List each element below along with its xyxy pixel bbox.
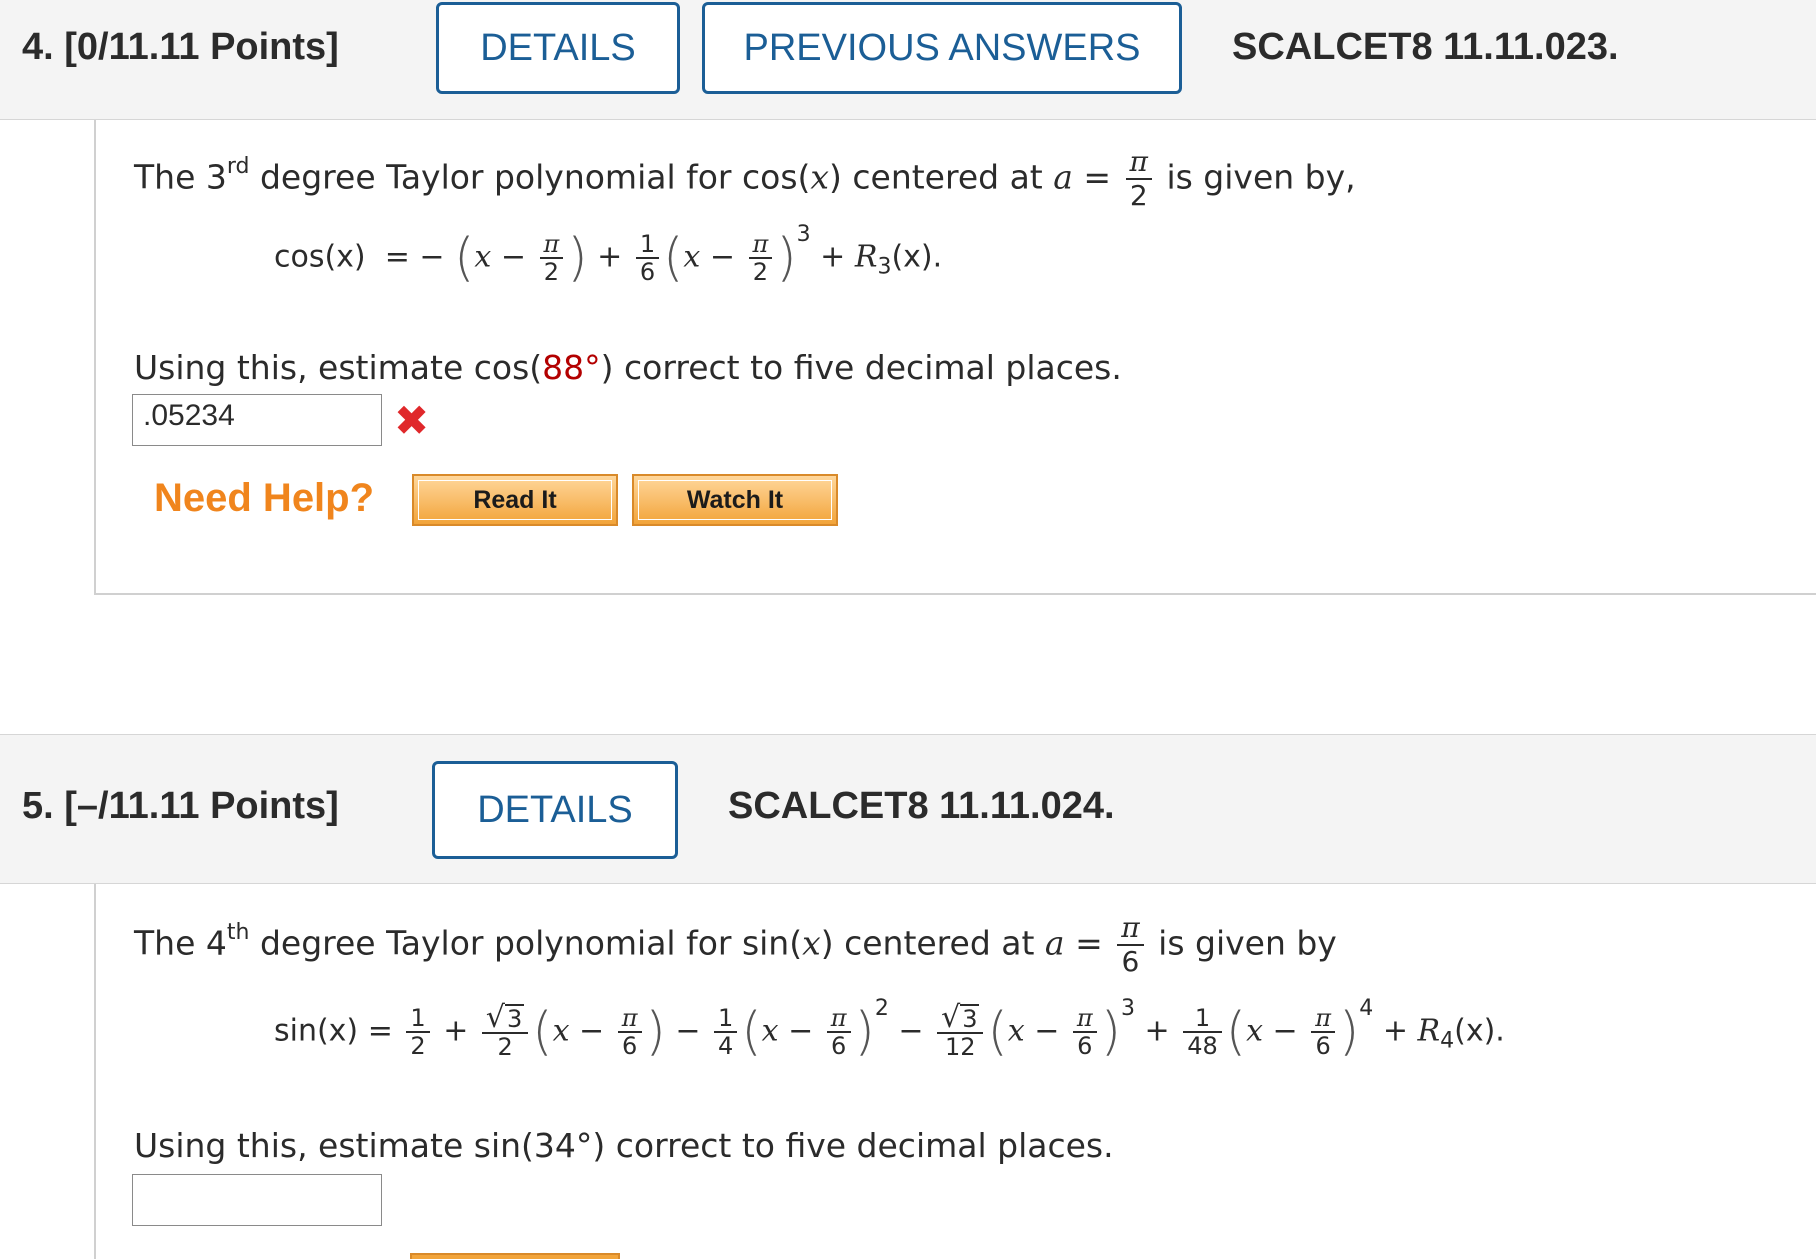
read-it-label: Read It bbox=[418, 480, 612, 520]
question-number: 5. bbox=[22, 785, 54, 827]
taylor-formula: sin(x) = 12 + √3 2 (x − π 6) − 1 4 (x − π 6)2 … bbox=[274, 996, 1505, 1062]
question-intro: The 3rd degree Taylor polynomial for cos… bbox=[134, 145, 1356, 212]
watch-it-button[interactable]: Watch It bbox=[632, 474, 838, 526]
taylor-formula: cos(x) = − (x − π 2) + 1 6 (x − π 2)3 + R3(x… bbox=[274, 222, 943, 288]
answer-input[interactable] bbox=[132, 1174, 382, 1226]
question-4-title: 4. [0/11.11 Points] bbox=[22, 26, 339, 69]
question-prompt: Using this, estimate cos(88°) correct to… bbox=[134, 348, 1122, 387]
previous-answers-button[interactable]: PREVIOUS ANSWERS bbox=[702, 2, 1182, 94]
incorrect-x-icon: ✖ bbox=[394, 396, 430, 445]
question-intro: The 4th degree Taylor polynomial for sin… bbox=[134, 911, 1337, 978]
question-4-body: The 3rd degree Taylor polynomial for cos… bbox=[94, 120, 1816, 595]
question-code: SCALCET8 11.11.023. bbox=[1232, 26, 1619, 68]
question-points: [0/11.11 Points] bbox=[64, 26, 339, 68]
read-it-button-partial[interactable] bbox=[410, 1253, 620, 1259]
details-button[interactable]: DETAILS bbox=[436, 2, 680, 94]
question-5-header: 5. [–/11.11 Points] DETAILS SCALCET8 11.… bbox=[0, 734, 1816, 884]
question-prompt: Using this, estimate sin(34°) correct to… bbox=[134, 1126, 1114, 1165]
need-help-label: Need Help? bbox=[154, 476, 375, 520]
read-it-button[interactable]: Read It bbox=[412, 474, 618, 526]
question-5-title: 5. [–/11.11 Points] bbox=[22, 785, 339, 828]
center-fraction: π2 bbox=[1125, 146, 1152, 212]
question-number: 4. bbox=[22, 26, 54, 68]
answer-input[interactable]: .05234 bbox=[132, 394, 382, 446]
question-points: [–/11.11 Points] bbox=[64, 785, 339, 827]
question-4-header: 4. [0/11.11 Points] DETAILS PREVIOUS ANS… bbox=[0, 0, 1816, 120]
question-5-body: The 4th degree Taylor polynomial for sin… bbox=[94, 884, 1816, 1259]
question-code: SCALCET8 11.11.024. bbox=[728, 785, 1115, 827]
details-button[interactable]: DETAILS bbox=[432, 761, 678, 859]
center-fraction: π6 bbox=[1117, 912, 1144, 978]
watch-it-label: Watch It bbox=[638, 480, 832, 520]
